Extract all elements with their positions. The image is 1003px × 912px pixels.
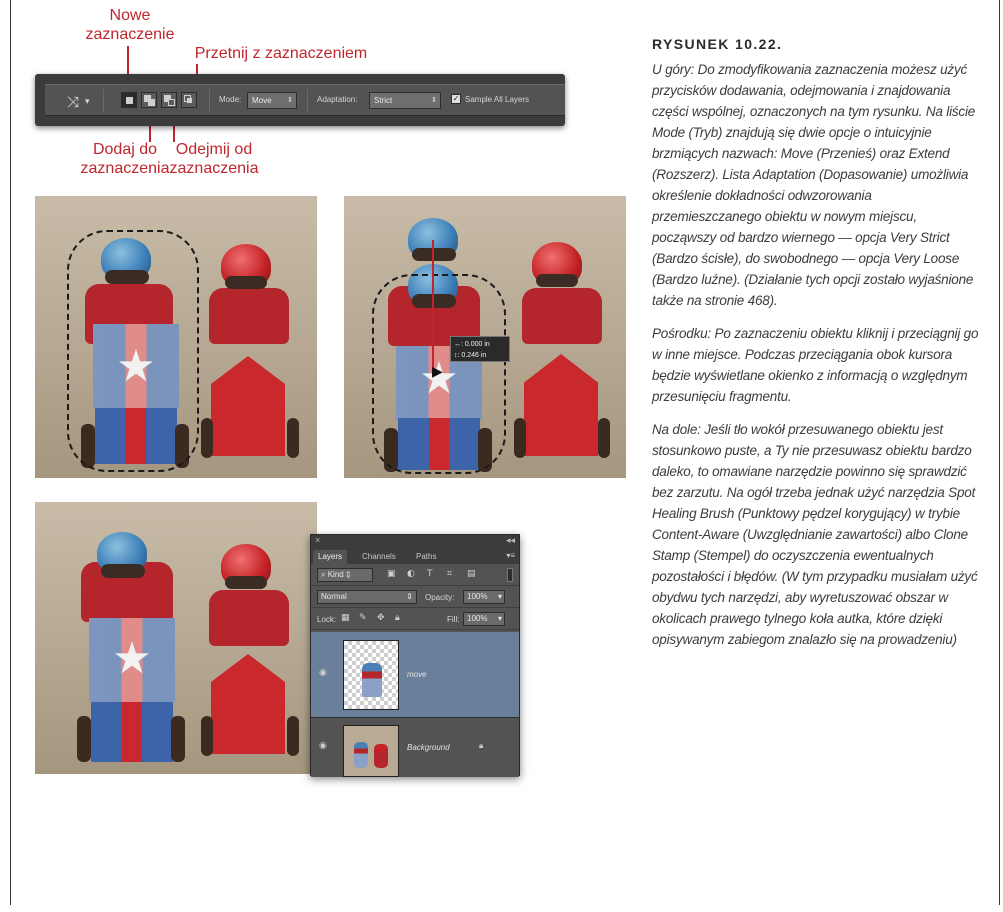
layers-panel: × ◂◂ Layers Channels Paths ▾≡ ⌕ Kind ⇕ ▣… xyxy=(310,534,520,777)
blend-mode-select[interactable]: Normal ⇕ xyxy=(317,590,417,604)
callout-subtract-line1: Odejmij od xyxy=(175,141,253,158)
layers-panel-tabs: Layers Channels Paths ▾≡ xyxy=(311,549,519,564)
lock-move-icon[interactable]: ✥ xyxy=(377,613,385,623)
tab-layers[interactable]: Layers xyxy=(313,550,348,564)
filter-adjustment-icon[interactable]: ◐ xyxy=(407,569,415,579)
layer-thumbnail xyxy=(343,640,399,710)
layer-name[interactable]: Background xyxy=(407,743,450,752)
filter-shape-icon[interactable]: ⌗ xyxy=(447,569,452,579)
sample-all-layers-label: Sample All Layers xyxy=(465,95,530,104)
lock-transparent-icon[interactable]: ▦ xyxy=(341,613,350,623)
subtract-from-selection-button[interactable] xyxy=(161,92,177,108)
select-arrow-icon: ⇕ xyxy=(287,97,293,104)
caption-bottom: Na dole: Jeśli tło wokół przesuwanego ob… xyxy=(652,422,978,647)
layer-filter-row: ⌕ Kind ⇕ ▣ ◐ T ⌗ ▤ xyxy=(311,564,519,586)
callout-add-line1: Dodaj do xyxy=(92,141,158,158)
mode-label: Mode: xyxy=(219,95,242,104)
move-readout-tooltip: ↔: 0.000 in ↕: 0.246 in xyxy=(450,336,510,362)
eye-icon[interactable]: ◉ xyxy=(319,741,327,751)
separator xyxy=(209,89,210,113)
adaptation-label: Adaptation: xyxy=(317,95,358,104)
callout-new-selection-line1: Nowe xyxy=(109,7,151,24)
lock-label: Lock: xyxy=(317,615,337,624)
caption-middle: Pośrodku: Po zaznaczeniu obiektu kliknij… xyxy=(652,326,979,404)
photo-result: ★ xyxy=(35,502,317,774)
blend-opacity-row: Normal ⇕ Opacity: 100% ▾ xyxy=(311,586,519,608)
sample-all-layers-checkbox[interactable]: ✓ xyxy=(451,94,461,104)
eye-icon[interactable]: ◉ xyxy=(319,668,327,678)
lock-all-icon[interactable]: 🔒︎ xyxy=(395,613,400,623)
fill-input[interactable]: 100% ▾ xyxy=(463,612,505,626)
panel-menu-icon[interactable]: ▾≡ xyxy=(506,551,515,560)
opacity-label: Opacity: xyxy=(425,593,455,602)
filter-smart-object-icon[interactable]: ▤ xyxy=(467,569,476,579)
chevron-down-icon: ▾ xyxy=(497,614,502,623)
search-icon: ⌕ xyxy=(321,570,328,579)
select-arrow-icon: ⇕ xyxy=(406,592,413,601)
fill-value: 100% xyxy=(467,614,488,623)
filter-kind-value: Kind xyxy=(327,570,344,579)
caption-top: U góry: Do zmodyfikowania zaznaczenia mo… xyxy=(652,62,976,308)
lock-icon: 🔒︎ xyxy=(479,741,484,750)
callout-new-selection: Nowe zaznaczenie xyxy=(78,6,182,44)
filter-pixel-icon[interactable]: ▣ xyxy=(387,569,396,579)
filter-type-icon[interactable]: T xyxy=(427,569,433,579)
layers-panel-titlebar: × ◂◂ xyxy=(311,535,519,549)
opacity-input[interactable]: 100% ▾ xyxy=(463,590,505,604)
layer-row-background[interactable]: ◉ Background 🔒︎ xyxy=(311,719,519,777)
figure-title: RYSUNEK 10.22. xyxy=(652,36,783,52)
adaptation-select[interactable]: Strict ⇕ xyxy=(369,92,441,109)
opacity-value: 100% xyxy=(467,592,488,601)
callout-subtract: Odejmij od zaznaczenia xyxy=(164,140,264,178)
mode-select[interactable]: Move ⇕ xyxy=(247,92,297,109)
figure-caption: RYSUNEK 10.22. U góry: Do zmodyfikowania… xyxy=(652,36,982,662)
filter-toggle[interactable] xyxy=(507,568,513,582)
add-to-selection-button[interactable] xyxy=(141,92,157,108)
callout-add: Dodaj do zaznaczenia xyxy=(80,140,170,178)
drag-line xyxy=(432,240,434,374)
fill-label: Fill: xyxy=(447,615,460,624)
close-icon[interactable]: × xyxy=(315,535,320,545)
intersect-selection-button[interactable] xyxy=(181,92,197,108)
collapse-icon[interactable]: ◂◂ xyxy=(506,535,515,546)
separator xyxy=(103,89,104,113)
layer-thumbnail xyxy=(343,725,399,777)
callout-subtract-line2: zaznaczenia xyxy=(169,160,259,177)
tab-paths[interactable]: Paths xyxy=(411,550,441,564)
lock-brush-icon[interactable]: ✎ xyxy=(359,613,367,623)
lock-fill-row: Lock: ▦ ✎ ✥ 🔒︎ Fill: 100% ▾ xyxy=(311,608,519,630)
callout-new-selection-line2: zaznaczenie xyxy=(85,26,175,43)
move-readout-dx: ↔: 0.000 in xyxy=(454,341,490,348)
layer-row-move[interactable]: ◉ move xyxy=(311,632,519,718)
cursor-arrow-icon: ▶ xyxy=(432,364,443,380)
callout-add-line2: zaznaczenia xyxy=(80,160,170,177)
blend-mode-value: Normal xyxy=(321,592,347,601)
photo-original-selection: ★ xyxy=(35,196,317,478)
move-readout-dy: ↕: 0.246 in xyxy=(454,352,487,359)
adaptation-value: Strict xyxy=(374,96,393,105)
content-aware-move-tool-icon[interactable]: ⤨ xyxy=(67,93,79,111)
select-arrow-icon: ⇕ xyxy=(431,97,437,104)
mode-value: Move xyxy=(252,96,272,105)
callout-intersect: Przetnij z zaznaczeniem xyxy=(194,45,368,62)
options-bar: ⤨ ▾ Mode: Move ⇕ Adaptation: Strict ⇕ ✓ Sa… xyxy=(35,74,565,126)
separator xyxy=(307,89,308,113)
photo-dragging-selection: ★ ▶ ↔: 0.000 in ↕: 0.246 in xyxy=(344,196,626,478)
tab-channels[interactable]: Channels xyxy=(357,550,401,564)
tool-preset-chevron-icon[interactable]: ▾ xyxy=(85,97,90,107)
filter-kind-select[interactable]: ⌕ Kind ⇕ xyxy=(317,568,373,582)
new-selection-button[interactable] xyxy=(121,92,137,108)
layer-name[interactable]: move xyxy=(407,670,427,679)
chevron-down-icon: ▾ xyxy=(497,592,502,601)
